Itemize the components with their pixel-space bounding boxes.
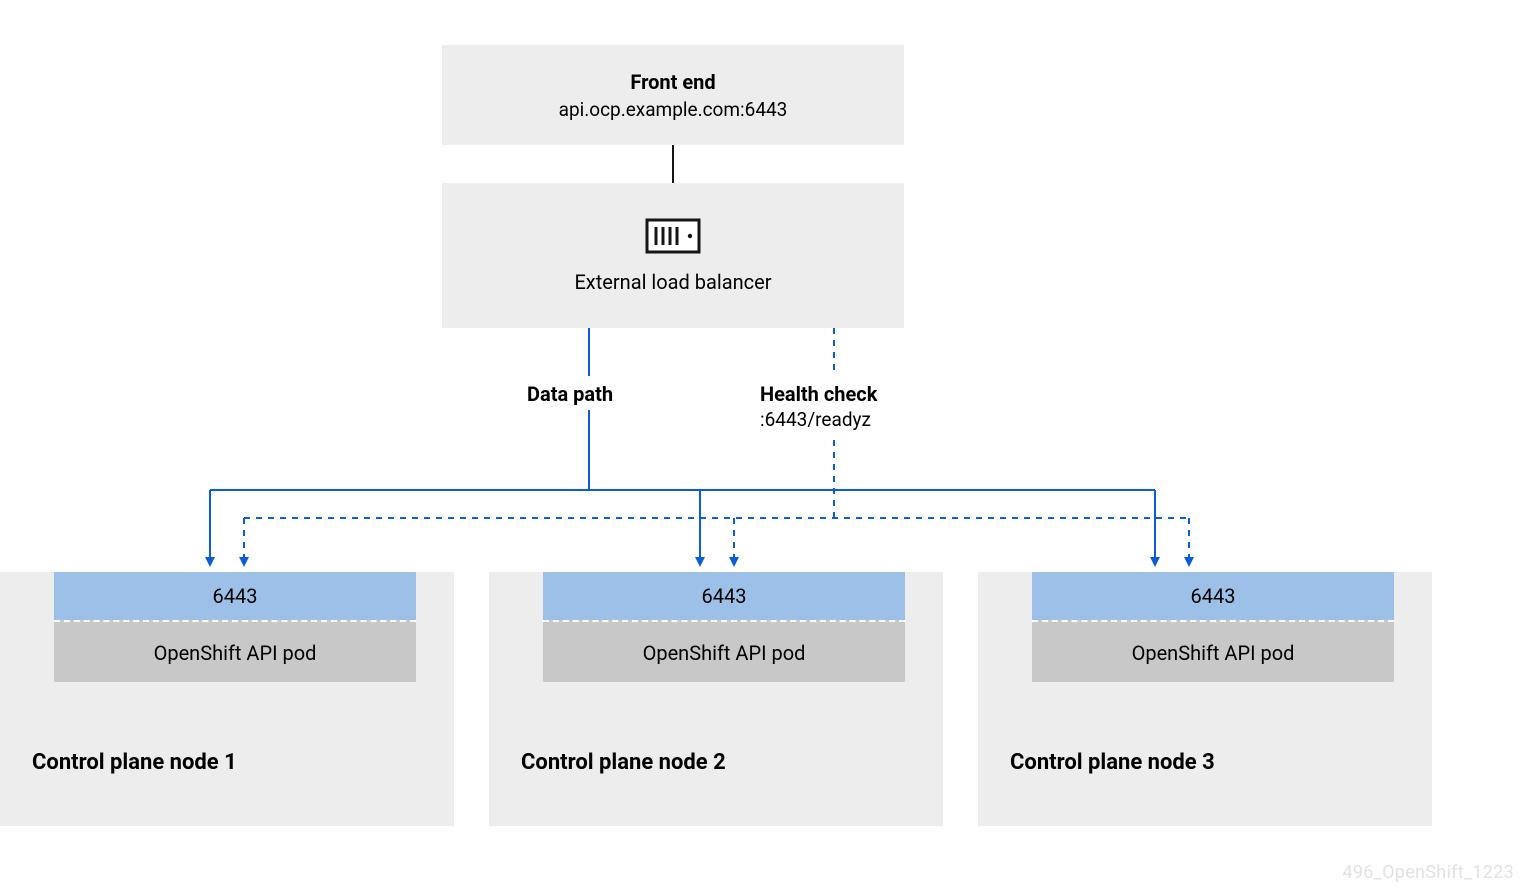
node3-port: 6443 (1032, 572, 1394, 620)
health-check-label: Health check :6443/readyz (760, 382, 877, 431)
frontend-title: Front end (630, 70, 715, 94)
node2-title: Control plane node 2 (521, 750, 726, 775)
node2-pod: OpenShift API pod (543, 620, 905, 682)
data-path-title: Data path (527, 382, 613, 406)
node1-port: 6443 (54, 572, 416, 620)
load-balancer-icon (645, 218, 701, 258)
frontend-subtitle: api.ocp.example.com:6443 (559, 98, 788, 121)
control-plane-node-2: 6443 OpenShift API pod Control plane nod… (489, 572, 943, 826)
node3-title: Control plane node 3 (1010, 750, 1215, 775)
node2-port: 6443 (543, 572, 905, 620)
node3-pod: OpenShift API pod (1032, 620, 1394, 682)
load-balancer-box: External load balancer (442, 183, 904, 328)
health-check-title: Health check (760, 382, 877, 406)
node1-title: Control plane node 1 (32, 750, 237, 775)
health-check-subtitle: :6443/readyz (760, 408, 877, 431)
control-plane-node-1: 6443 OpenShift API pod Control plane nod… (0, 572, 454, 826)
watermark: 496_OpenShift_1223 (1342, 862, 1514, 883)
data-path-label: Data path (527, 382, 613, 406)
node1-pod: OpenShift API pod (54, 620, 416, 682)
frontend-box: Front end api.ocp.example.com:6443 (442, 45, 904, 145)
load-balancer-label: External load balancer (574, 270, 771, 294)
control-plane-node-3: 6443 OpenShift API pod Control plane nod… (978, 572, 1432, 826)
